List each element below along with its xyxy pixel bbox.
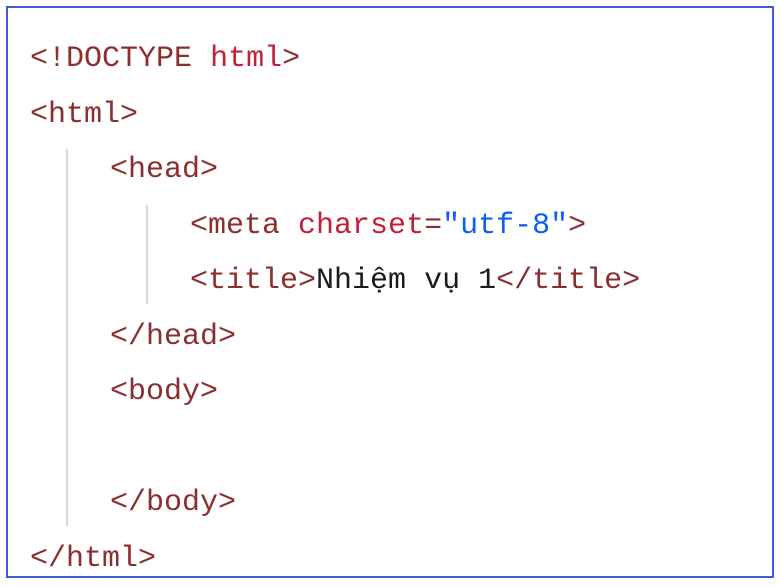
head-tag: head bbox=[128, 153, 200, 187]
tag-open: </ bbox=[110, 320, 146, 354]
meta-tag: meta bbox=[208, 209, 280, 243]
space bbox=[280, 209, 298, 243]
tag-close: > bbox=[200, 153, 218, 187]
tag-open: </ bbox=[30, 542, 66, 576]
code-line-2: <html> bbox=[30, 88, 750, 144]
code-line-1: <!DOCTYPE html> bbox=[30, 32, 750, 88]
html-tag: html bbox=[48, 98, 120, 132]
body-close-tag: body bbox=[146, 486, 218, 520]
space bbox=[192, 42, 210, 76]
code-line-10: </html> bbox=[30, 532, 750, 587]
tag-open: < bbox=[110, 375, 128, 409]
tag-open: < bbox=[110, 153, 128, 187]
tag-close: > bbox=[568, 209, 586, 243]
body-tag: body bbox=[128, 375, 200, 409]
tag-open: </ bbox=[110, 486, 146, 520]
tag-close: > bbox=[200, 375, 218, 409]
equals: = bbox=[424, 209, 442, 243]
code-block: <!DOCTYPE html> <html> <head> <meta char… bbox=[6, 6, 774, 578]
tag-close: > bbox=[138, 542, 156, 576]
title-close-tag: title bbox=[532, 264, 622, 298]
tag-open: < bbox=[30, 98, 48, 132]
tag-close: > bbox=[120, 98, 138, 132]
head-block: <meta charset="utf-8"> <title>Nhiệm vụ 1… bbox=[30, 199, 750, 310]
doctype-open: <! bbox=[30, 42, 66, 76]
tag-open: </ bbox=[496, 264, 532, 298]
tag-open: < bbox=[190, 209, 208, 243]
code-line-3: <head> bbox=[30, 143, 750, 199]
blank-line bbox=[110, 431, 128, 465]
code-line-9: </body> bbox=[30, 476, 750, 532]
tag-close: > bbox=[218, 486, 236, 520]
html-block: <head> <meta charset="utf-8"> <title>Nhi… bbox=[30, 143, 750, 532]
tag-close: > bbox=[622, 264, 640, 298]
html-close-tag: html bbox=[66, 542, 138, 576]
charset-value: "utf-8" bbox=[442, 209, 568, 243]
tag-open: < bbox=[190, 264, 208, 298]
tag-close: > bbox=[218, 320, 236, 354]
head-close-tag: head bbox=[146, 320, 218, 354]
tag-close: > bbox=[298, 264, 316, 298]
doctype-keyword: DOCTYPE bbox=[66, 42, 192, 76]
doctype-html: html bbox=[210, 42, 282, 76]
code-line-7: <body> bbox=[30, 365, 750, 421]
code-line-6: </head> bbox=[30, 310, 750, 366]
code-line-4: <meta charset="utf-8"> bbox=[30, 199, 750, 255]
code-line-8-blank bbox=[30, 421, 750, 477]
charset-attr: charset bbox=[298, 209, 424, 243]
title-text: Nhiệm vụ 1 bbox=[316, 264, 496, 298]
title-tag: title bbox=[208, 264, 298, 298]
code-line-5: <title>Nhiệm vụ 1</title> bbox=[30, 254, 750, 310]
doctype-close: > bbox=[282, 42, 300, 76]
